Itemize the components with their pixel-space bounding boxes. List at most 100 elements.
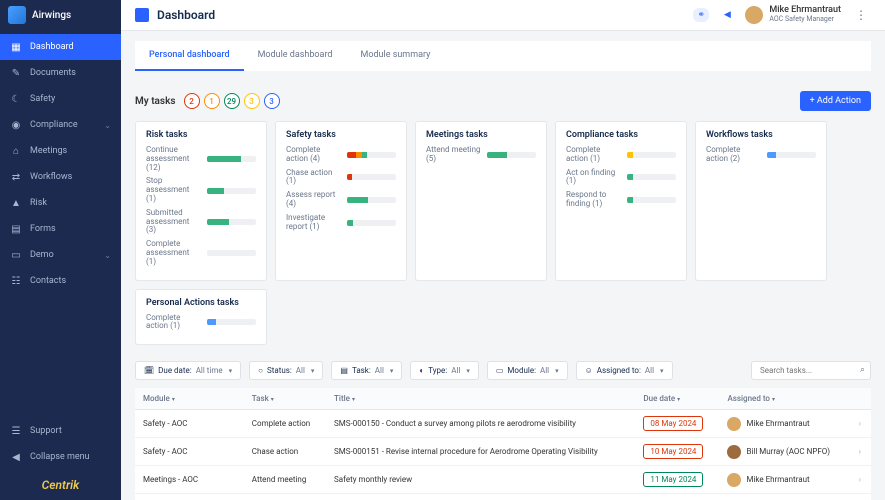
sidebar-item-label: Contacts bbox=[30, 276, 66, 286]
filter-bar: 🗓 Due date: All time ○ Status: All ▤ Task:… bbox=[135, 353, 871, 388]
sidebar-item-dashboard[interactable]: ▦Dashboard bbox=[0, 34, 121, 60]
card-title: Safety tasks bbox=[286, 130, 396, 140]
add-action-button[interactable]: + Add Action bbox=[800, 91, 871, 111]
announcement-icon[interactable]: ◀ bbox=[719, 8, 735, 22]
count-badge[interactable]: 3 bbox=[264, 93, 280, 109]
sidebar-item-contacts[interactable]: ☷Contacts bbox=[0, 268, 121, 294]
filter-task[interactable]: ▤ Task: All bbox=[331, 361, 402, 380]
cell-module: Safety - AOC bbox=[135, 410, 244, 438]
progress-bar bbox=[207, 319, 256, 325]
table-row[interactable]: Meetings - AOC Attend meeting Safety mon… bbox=[135, 466, 871, 494]
stat-row: Complete action (1) bbox=[566, 146, 676, 164]
user-menu[interactable]: Mike Ehrmantraut AOC Safety Manager bbox=[745, 6, 841, 24]
filter-due-date[interactable]: 🗓 Due date: All time bbox=[135, 361, 241, 380]
chevron-right-icon[interactable]: › bbox=[851, 494, 871, 500]
sidebar-item-label: Compliance bbox=[30, 120, 78, 130]
cell-module: Meetings - AOC bbox=[135, 466, 244, 494]
tab-module-dashboard[interactable]: Module dashboard bbox=[244, 41, 347, 71]
count-badge[interactable]: 2 bbox=[184, 93, 200, 109]
sidebar-bottom: ☰Support◀Collapse menu bbox=[0, 418, 121, 470]
count-badge[interactable]: 3 bbox=[244, 93, 260, 109]
col-header[interactable] bbox=[851, 388, 871, 410]
stat-label: Act on finding (1) bbox=[566, 169, 621, 187]
card-title: Workflows tasks bbox=[706, 130, 816, 140]
stat-label: Attend meeting (5) bbox=[426, 146, 481, 164]
stat-label: Assess report (4) bbox=[286, 191, 341, 209]
sidebar-item-label: Risk bbox=[30, 198, 47, 208]
sidebar-item-forms[interactable]: ▤Forms bbox=[0, 216, 121, 242]
cell-task: Chase action bbox=[244, 438, 326, 466]
stat-row: Complete action (2) bbox=[706, 146, 816, 164]
icon: ☰ bbox=[10, 425, 22, 437]
col-header[interactable]: Title▾ bbox=[326, 388, 635, 410]
stat-row: Complete assessment (1) bbox=[146, 240, 256, 266]
sidebar-item-collapse-menu[interactable]: ◀Collapse menu bbox=[0, 444, 121, 470]
count-badge[interactable]: 1 bbox=[204, 93, 220, 109]
sidebar-item-demo[interactable]: ▭Demo⌄ bbox=[0, 242, 121, 268]
filter-status[interactable]: ○ Status: All bbox=[249, 361, 323, 380]
assignee-name: Bill Murray (AOC NPFO) bbox=[746, 447, 830, 456]
avatar bbox=[727, 445, 741, 459]
progress-bar bbox=[207, 156, 256, 162]
filter-icon: ▭ bbox=[496, 366, 504, 375]
col-header[interactable]: Assigned to▾ bbox=[719, 388, 850, 410]
filter-type[interactable]: ◐ Type: All bbox=[410, 361, 478, 380]
sidebar-item-safety[interactable]: ☾Safety bbox=[0, 86, 121, 112]
card-title: Meetings tasks bbox=[426, 130, 536, 140]
progress-bar bbox=[627, 152, 676, 158]
chevron-right-icon[interactable]: › bbox=[851, 466, 871, 494]
stat-row: Complete action (1) bbox=[146, 314, 256, 332]
kebab-menu-icon[interactable]: ⋮ bbox=[851, 8, 871, 22]
cell-task: Complete action bbox=[244, 494, 326, 500]
chevron-right-icon[interactable]: › bbox=[851, 438, 871, 466]
sidebar-item-support[interactable]: ☰Support bbox=[0, 418, 121, 444]
count-badge[interactable]: 29 bbox=[224, 93, 240, 109]
sidebar-item-risk[interactable]: ▲Risk bbox=[0, 190, 121, 216]
stat-label: Investigate report (1) bbox=[286, 214, 341, 232]
col-header[interactable]: Module▾ bbox=[135, 388, 244, 410]
table-row[interactable]: Safety - AOC Complete action SMS-000143 … bbox=[135, 494, 871, 500]
stat-row: Respond to finding (1) bbox=[566, 191, 676, 209]
safety-icon: ☾ bbox=[10, 93, 22, 105]
progress-bar bbox=[347, 220, 396, 226]
table-row[interactable]: Safety - AOC Chase action SMS-000151 - R… bbox=[135, 438, 871, 466]
cell-due: 11 May 2024 bbox=[635, 466, 719, 494]
tab-module-summary[interactable]: Module summary bbox=[346, 41, 444, 71]
filter-icon: ▤ bbox=[340, 366, 348, 375]
progress-bar bbox=[627, 174, 676, 180]
sidebar-item-label: Forms bbox=[30, 224, 56, 234]
chevron-right-icon[interactable]: › bbox=[851, 410, 871, 438]
task-card: Risk tasksContinue assessment (12)Stop a… bbox=[135, 121, 267, 281]
demo-icon: ▭ bbox=[10, 249, 22, 261]
filter-module[interactable]: ▭ Module: All bbox=[487, 361, 568, 380]
sidebar-item-label: Meetings bbox=[30, 146, 67, 156]
table-row[interactable]: Safety - AOC Complete action SMS-000150 … bbox=[135, 410, 871, 438]
filter-value: All bbox=[296, 366, 305, 375]
avatar bbox=[727, 417, 741, 431]
sidebar-item-compliance[interactable]: ◉Compliance⌄ bbox=[0, 112, 121, 138]
sidebar-item-workflows[interactable]: ⇄Workflows bbox=[0, 164, 121, 190]
cell-module: Safety - AOC bbox=[135, 494, 244, 500]
meetings-icon: ⌂ bbox=[10, 145, 22, 157]
filter-value: All bbox=[451, 366, 460, 375]
task-card: Safety tasksComplete action (4)Chase act… bbox=[275, 121, 407, 281]
sidebar-item-documents[interactable]: ✎Documents bbox=[0, 60, 121, 86]
task-cards: Risk tasksContinue assessment (12)Stop a… bbox=[135, 121, 871, 345]
cell-due: 08 May 2024 bbox=[635, 410, 719, 438]
col-header[interactable]: Due date▾ bbox=[635, 388, 719, 410]
link-icon[interactable]: ⚭ bbox=[693, 8, 709, 22]
search-input[interactable] bbox=[751, 361, 871, 380]
col-header[interactable]: Task▾ bbox=[244, 388, 326, 410]
filter-icon: ☺ bbox=[585, 366, 593, 375]
stat-label: Chase action (1) bbox=[286, 169, 341, 187]
progress-bar bbox=[487, 152, 536, 158]
stat-label: Complete action (2) bbox=[706, 146, 761, 164]
sidebar-nav: ▦Dashboard✎Documents☾Safety◉Compliance⌄⌂… bbox=[0, 30, 121, 418]
sidebar-item-meetings[interactable]: ⌂ Meetings bbox=[0, 138, 121, 164]
assignee-name: Mike Ehrmantraut bbox=[746, 475, 809, 484]
progress-bar bbox=[207, 188, 256, 194]
filter-icon: 🗓 bbox=[144, 366, 154, 375]
tab-personal-dashboard[interactable]: Personal dashboard bbox=[135, 41, 244, 71]
filter-assigned-to[interactable]: ☺ Assigned to: All bbox=[576, 361, 673, 380]
stat-row: Continue assessment (12) bbox=[146, 146, 256, 172]
